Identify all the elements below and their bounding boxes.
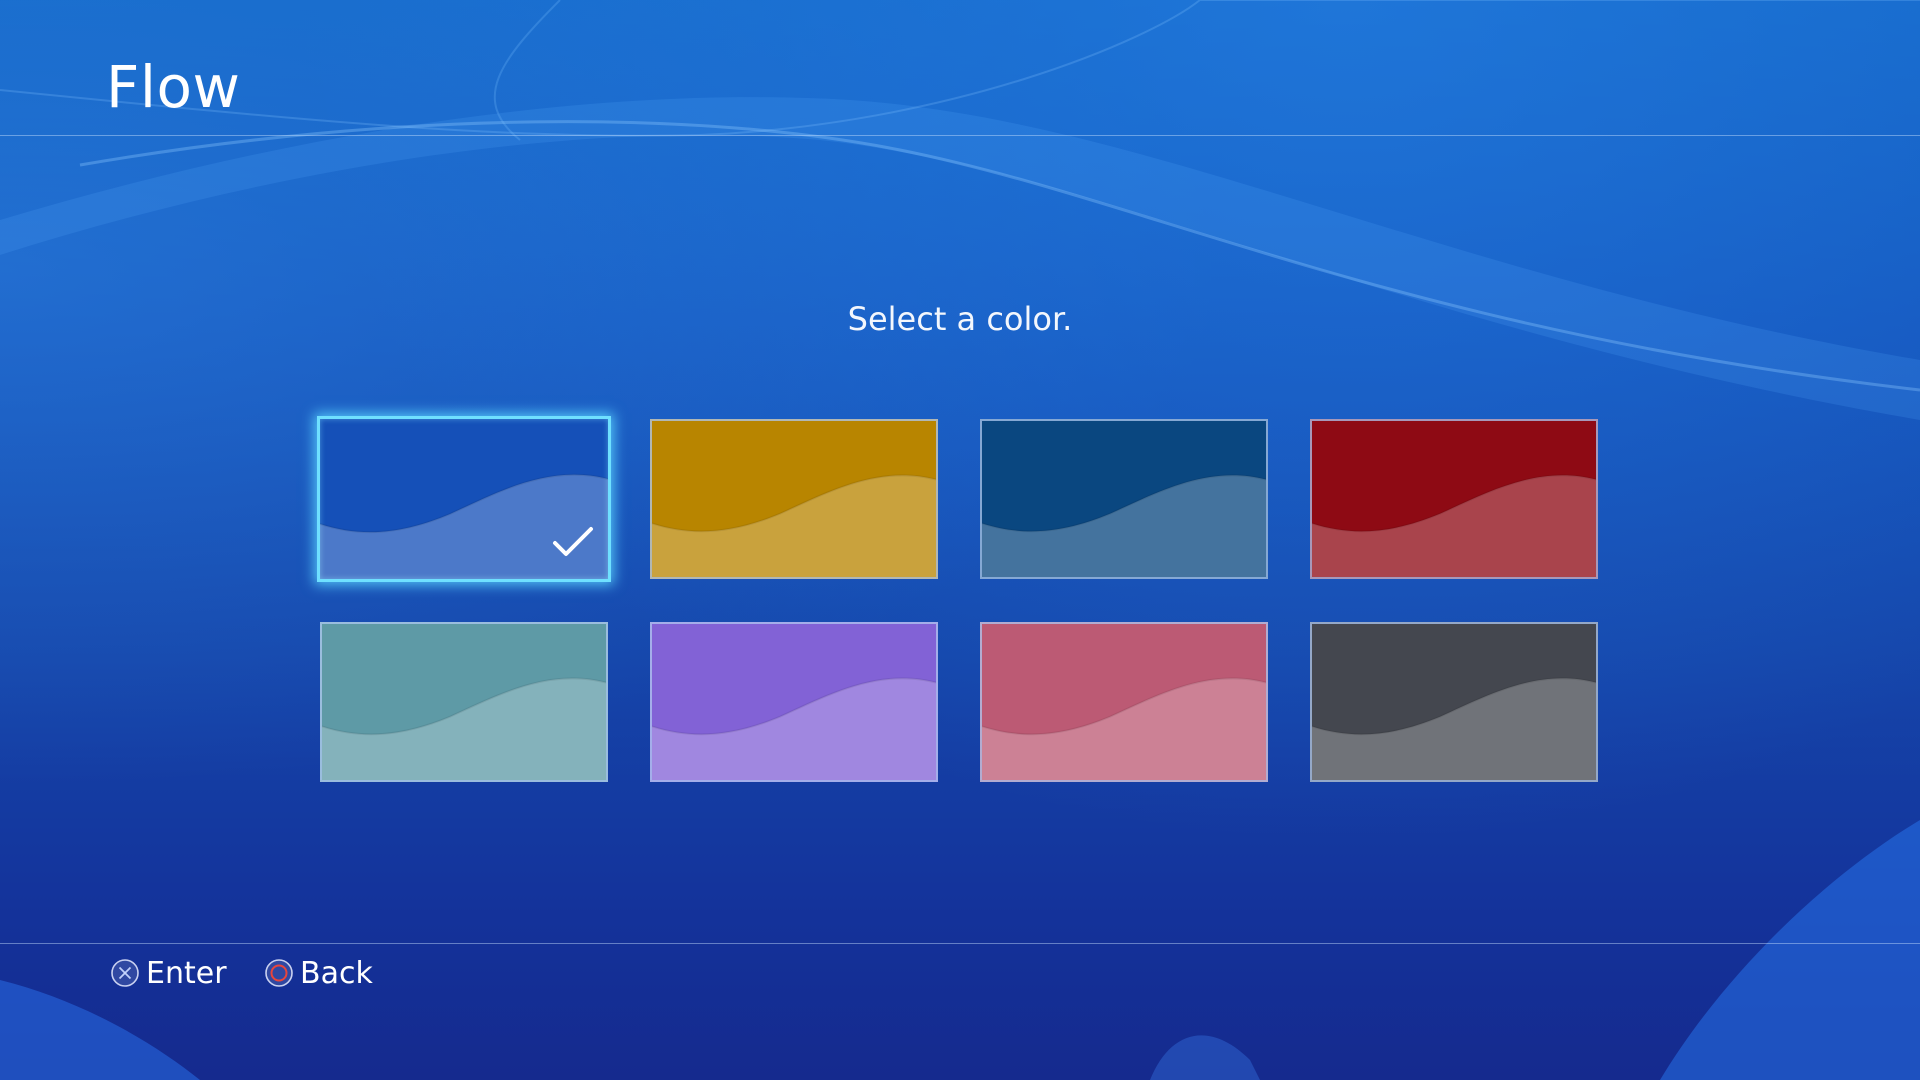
cross-button-icon [111,959,139,987]
checkmark-icon [553,527,593,556]
color-tile-blue[interactable] [317,416,611,582]
wave-graphic [982,677,1266,780]
color-tile-gold[interactable] [650,419,938,579]
circle-button-icon [265,959,293,987]
header-divider [0,135,1920,136]
wave-graphic [322,677,606,780]
back-button[interactable]: Back [264,953,373,993]
color-tile-gray[interactable] [1310,622,1598,782]
wave-graphic [1312,677,1596,780]
page-title: Flow [106,53,241,121]
wave-graphic [652,474,936,577]
color-grid [317,416,1600,784]
footer-divider [0,943,1920,944]
color-tile-red[interactable] [1310,419,1598,579]
wave-graphic [1312,474,1596,577]
enter-button[interactable]: Enter [110,953,227,993]
wave-graphic [982,474,1266,577]
instruction-text: Select a color. [847,300,1073,338]
enter-label: Enter [146,955,227,991]
color-tile-teal[interactable] [320,622,608,782]
wave-graphic [652,677,936,780]
back-label: Back [300,955,373,991]
color-tile-pink[interactable] [980,622,1268,782]
color-tile-navy[interactable] [980,419,1268,579]
color-tile-purple[interactable] [650,622,938,782]
